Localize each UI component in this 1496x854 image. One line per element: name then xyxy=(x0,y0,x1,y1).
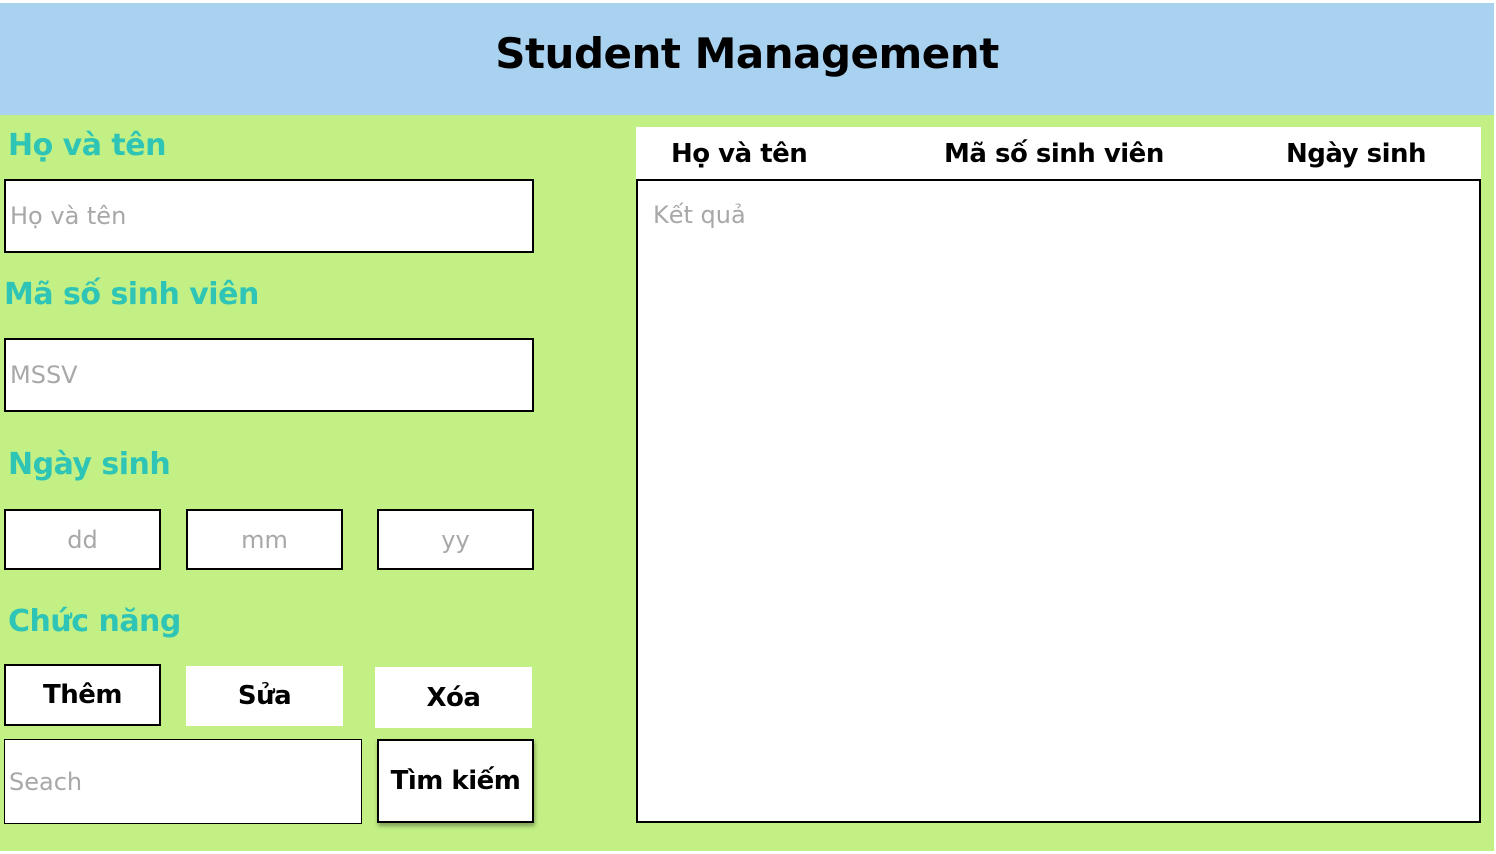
dob-day-input[interactable]: dd xyxy=(4,509,161,570)
edit-button[interactable]: Sửa xyxy=(186,666,343,726)
name-label: Họ và tên xyxy=(8,128,166,163)
results-placeholder: Kết quả xyxy=(653,201,746,229)
results-table-header: Họ và tên Mã số sinh viên Ngày sinh xyxy=(636,127,1481,181)
search-button[interactable]: Tìm kiếm xyxy=(377,739,534,823)
page-title: Student Management xyxy=(495,28,999,78)
search-input[interactable]: Seach xyxy=(4,739,362,824)
dob-year-input[interactable]: yy xyxy=(377,509,534,570)
student-id-input[interactable]: MSSV xyxy=(4,338,534,412)
delete-button[interactable]: Xóa xyxy=(375,667,532,728)
app-header: Student Management xyxy=(0,3,1494,115)
name-input[interactable]: Họ và tên xyxy=(4,179,534,253)
results-panel: Họ và tên Mã số sinh viên Ngày sinh Kết … xyxy=(636,127,1481,823)
student-id-label: Mã số sinh viên xyxy=(4,277,259,312)
results-list[interactable]: Kết quả xyxy=(636,181,1481,823)
column-header-dob[interactable]: Ngày sinh xyxy=(1286,139,1427,169)
dob-month-input[interactable]: mm xyxy=(186,509,343,570)
add-button[interactable]: Thêm xyxy=(4,664,161,726)
functions-label: Chức năng xyxy=(8,604,181,639)
column-header-student-id[interactable]: Mã số sinh viên xyxy=(944,139,1164,169)
dob-label: Ngày sinh xyxy=(8,447,171,482)
column-header-name[interactable]: Họ và tên xyxy=(671,139,808,169)
